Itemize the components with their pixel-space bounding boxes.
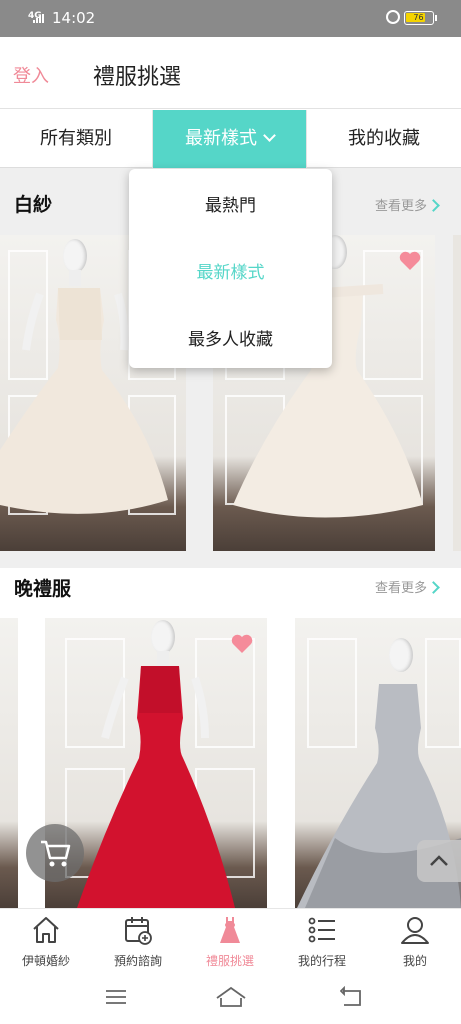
nav-item-dress-selection[interactable]: 禮服挑選 xyxy=(184,909,276,979)
scroll-top-button[interactable] xyxy=(417,840,461,882)
nav-label: 禮服挑選 xyxy=(205,954,254,968)
back-icon[interactable] xyxy=(340,986,364,1008)
tab-label: 最新樣式 xyxy=(185,128,257,149)
dress-photo xyxy=(0,618,18,908)
system-nav-bar xyxy=(0,978,461,1024)
battery-percent: 76 xyxy=(413,13,424,22)
home-icon xyxy=(33,917,59,943)
user-icon xyxy=(401,917,429,944)
tab-my-favorites[interactable]: 我的收藏 xyxy=(306,110,461,168)
dropdown-option-most-popular[interactable]: 最熱門 xyxy=(129,191,332,216)
home-button-icon[interactable] xyxy=(215,986,247,1008)
section-title: 白紗 xyxy=(14,194,53,216)
see-more-label: 查看更多 xyxy=(374,581,427,596)
tab-label: 我的收藏 xyxy=(348,128,420,149)
clock: 14:02 xyxy=(52,9,96,27)
heart-icon[interactable] xyxy=(230,632,254,656)
section-title: 晚禮服 xyxy=(14,578,72,600)
filter-tabs: 所有類別 最新樣式 我的收藏 xyxy=(0,110,461,168)
nav-label: 我的 xyxy=(402,954,427,968)
list-icon xyxy=(308,917,335,943)
login-link[interactable]: 登入 xyxy=(13,62,49,88)
nav-label: 伊頓婚紗 xyxy=(21,954,70,968)
nav-item-booking[interactable]: 預約諮詢 xyxy=(92,909,184,979)
calendar-icon xyxy=(125,917,152,945)
dress-icon xyxy=(220,917,240,943)
chevron-right-icon xyxy=(427,581,440,594)
dropdown-option-most-favorited[interactable]: 最多人收藏 xyxy=(129,325,332,350)
battery-icon: 76 xyxy=(404,11,437,25)
tab-newest-style[interactable]: 最新樣式 xyxy=(153,110,306,168)
nav-label: 我的行程 xyxy=(297,954,346,968)
gown-illustration xyxy=(77,666,235,908)
app-header: 登入 禮服挑選 xyxy=(0,37,461,109)
page-title: 禮服挑選 xyxy=(93,65,182,90)
dropdown-option-newest[interactable]: 最新樣式 xyxy=(129,258,332,283)
nav-label: 預約諮詢 xyxy=(113,954,162,968)
alarm-icon xyxy=(386,10,400,24)
chevron-right-icon xyxy=(427,199,440,212)
cart-button[interactable] xyxy=(26,824,84,882)
nav-item-home[interactable]: 伊頓婚紗 xyxy=(0,909,92,979)
sort-dropdown-menu: 最熱門 最新樣式 最多人收藏 xyxy=(129,169,332,368)
tab-label: 所有類別 xyxy=(40,128,112,149)
cart-icon xyxy=(41,840,71,867)
chevron-down-icon xyxy=(263,129,276,142)
nav-item-profile[interactable]: 我的 xyxy=(369,909,461,979)
bottom-nav: 伊頓婚紗 預約諮詢 禮服挑選 我的行程 我的 xyxy=(0,908,461,978)
see-more-label: 查看更多 xyxy=(374,199,427,214)
dress-card-partial xyxy=(453,235,461,551)
see-more-link[interactable]: 查看更多 xyxy=(374,577,440,596)
dress-card-partial[interactable] xyxy=(0,618,18,908)
menu-icon[interactable] xyxy=(105,988,127,1006)
nav-item-my-schedule[interactable]: 我的行程 xyxy=(276,909,368,979)
see-more-link[interactable]: 查看更多 xyxy=(374,195,440,214)
heart-icon[interactable] xyxy=(398,249,422,273)
status-bar: 4G 14:02 76 xyxy=(0,0,461,37)
tab-all-categories[interactable]: 所有類別 xyxy=(0,110,153,168)
arrow-up-icon xyxy=(430,855,448,866)
signal-icon xyxy=(33,13,47,23)
